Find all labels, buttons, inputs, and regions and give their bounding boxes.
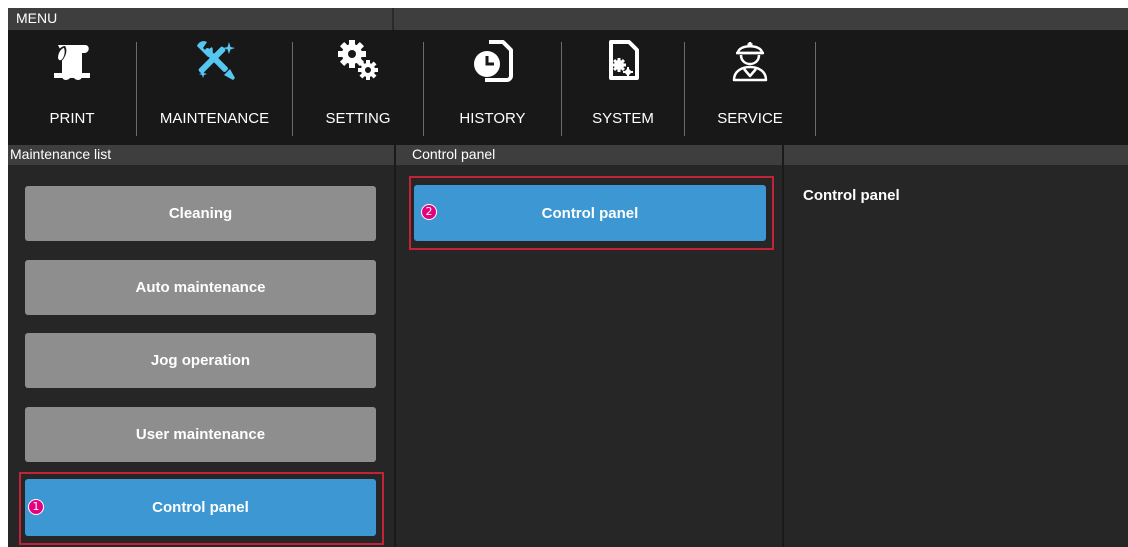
print-icon [54,45,90,80]
maintenance-item-cleaning[interactable]: Cleaning [25,186,376,241]
toolbar-system-label: SYSTEM [592,110,654,127]
control-panel-list-title: Control panel [412,146,496,162]
maintenance-tools-icon [196,41,235,80]
menu-title: MENU [16,10,58,26]
detail-panel [784,165,1128,547]
toolbar-print-button[interactable]: PRINT [8,30,136,145]
detail-header [784,145,1128,165]
detail-title: Control panel [803,187,900,204]
toolbar-maintenance-button[interactable]: MAINTENANCE [137,30,292,145]
menu-title-bar: MENU [8,8,1128,30]
system-file-icon [609,40,639,80]
maintenance-list-header: Maintenance list [8,145,394,165]
control-panel-item[interactable]: Control panel [414,185,766,241]
maintenance-item-jog-operation[interactable]: Jog operation [25,333,376,388]
maintenance-item-control-panel[interactable]: Control panel [25,479,376,536]
toolbar-history-button[interactable]: HISTORY [424,30,561,145]
step-2-badge: 2 [421,204,437,220]
maintenance-list-title: Maintenance list [10,146,112,162]
toolbar-setting-label: SETTING [325,110,391,127]
toolbar-print-label: PRINT [49,110,95,127]
maintenance-item-user-maintenance[interactable]: User maintenance [25,407,376,462]
maintenance-item-auto-maintenance[interactable]: Auto maintenance [25,260,376,315]
toolbar-maintenance-label: MAINTENANCE [159,110,270,127]
app-window: MENU PRINT MAINTENANCE SETTING HISTORY S… [8,8,1128,547]
step-1-badge: 1 [28,499,44,515]
gears-icon [338,40,378,80]
toolbar-service-label: SERVICE [717,110,783,127]
main-toolbar: PRINT MAINTENANCE SETTING HISTORY SYSTEM… [8,30,1128,145]
history-clock-icon [473,40,513,82]
title-bar-divider [392,8,394,30]
toolbar-service-button[interactable]: SERVICE [685,30,815,145]
toolbar-divider [815,42,816,136]
control-panel-list-header: Control panel [396,145,782,165]
toolbar-system-button[interactable]: SYSTEM [562,30,684,145]
toolbar-setting-button[interactable]: SETTING [293,30,423,145]
toolbar-history-label: HISTORY [459,110,526,127]
service-engineer-icon [732,42,768,82]
